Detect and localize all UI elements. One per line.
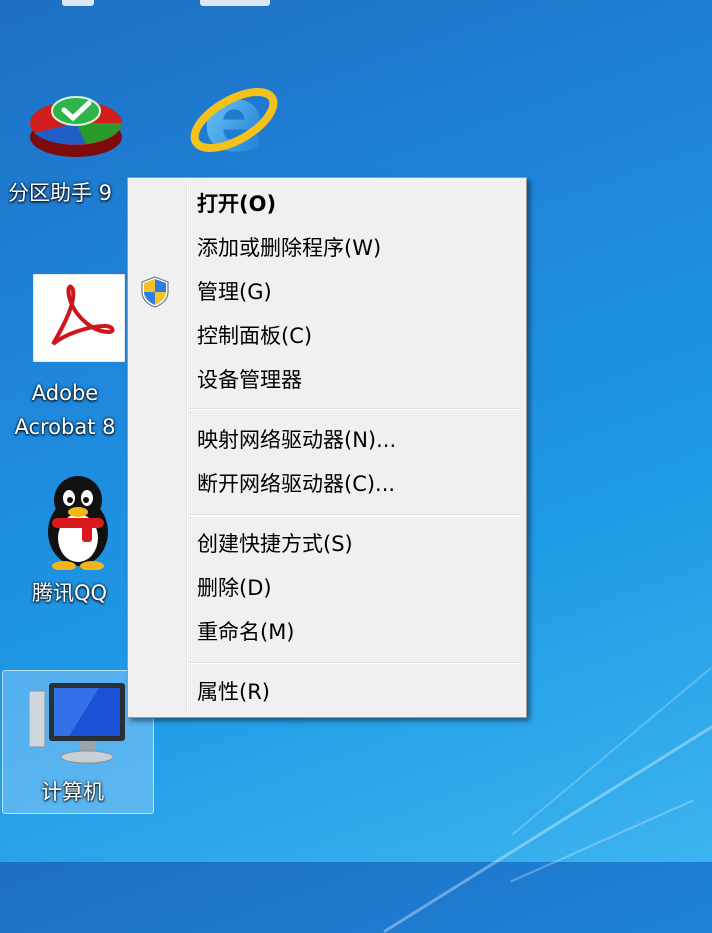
menu-separator	[189, 662, 522, 664]
internet-explorer-icon: e	[190, 72, 278, 168]
menu-item-label: 属性(R)	[197, 680, 270, 704]
adobe-acrobat-icon	[33, 274, 125, 362]
menu-item-label: 打开(O)	[197, 192, 277, 216]
cutoff-desktop-icon[interactable]	[62, 0, 94, 6]
desktop-icon-label: 分区助手 9	[8, 181, 113, 205]
menu-item-label: 映射网络驱动器(N)...	[197, 428, 397, 452]
menu-item-rename[interactable]: 重命名(M)	[130, 612, 524, 652]
svg-text:e: e	[203, 72, 265, 168]
uac-shield-icon	[141, 276, 169, 308]
menu-item-add-remove-programs[interactable]: 添加或删除程序(W)	[130, 228, 524, 268]
wallpaper-streak	[510, 799, 694, 883]
menu-item-create-shortcut[interactable]: 创建快捷方式(S)	[130, 524, 524, 564]
menu-item-properties[interactable]: 属性(R)	[130, 672, 524, 712]
desktop-icon-internet-explorer[interactable]: e	[180, 70, 290, 170]
menu-item-disconnect-network-drive[interactable]: 断开网络驱动器(C)...	[130, 464, 524, 504]
wallpaper-streak	[511, 666, 712, 836]
cutoff-desktop-icon[interactable]	[200, 0, 270, 6]
menu-item-manage[interactable]: 管理(G)	[130, 272, 524, 312]
menu-separator	[189, 514, 522, 516]
menu-item-map-network-drive[interactable]: 映射网络驱动器(N)...	[130, 420, 524, 460]
desktop-icon-label: 计算机	[41, 780, 104, 804]
menu-item-device-manager[interactable]: 设备管理器	[130, 360, 524, 400]
menu-item-label: 创建快捷方式(S)	[197, 532, 353, 556]
desktop-icon-adobe-acrobat[interactable]: Adobe Acrobat 8	[0, 270, 130, 450]
menu-item-control-panel[interactable]: 控制面板(C)	[130, 316, 524, 356]
desktop-icon-label: Acrobat 8	[14, 415, 116, 439]
desktop-icon-label: 腾讯QQ	[32, 581, 108, 605]
desktop-icon-label: Adobe	[31, 381, 99, 405]
menu-item-label: 删除(D)	[197, 576, 272, 600]
desktop-icon-tencent-qq[interactable]: 腾讯QQ	[20, 472, 130, 612]
menu-separator	[189, 408, 522, 410]
desktop-icon-partition-assistant[interactable]: 分区助手 9	[0, 80, 130, 210]
menu-item-label: 控制面板(C)	[197, 324, 313, 348]
partition-assistant-icon	[30, 96, 122, 157]
menu-item-label: 设备管理器	[197, 368, 302, 392]
computer-icon	[29, 683, 125, 764]
menu-item-open[interactable]: 打开(O)	[130, 184, 524, 224]
context-menu: 打开(O) 添加或删除程序(W) 管理(G) 控制面板(C) 设备管理器 映射网…	[127, 177, 527, 718]
menu-item-label: 添加或删除程序(W)	[197, 236, 382, 260]
menu-item-label: 管理(G)	[197, 280, 272, 304]
wallpaper-streak	[383, 707, 712, 933]
menu-item-label: 断开网络驱动器(C)...	[197, 472, 396, 496]
menu-item-delete[interactable]: 删除(D)	[130, 568, 524, 608]
qq-penguin-icon	[48, 476, 108, 570]
menu-item-label: 重命名(M)	[197, 620, 295, 644]
